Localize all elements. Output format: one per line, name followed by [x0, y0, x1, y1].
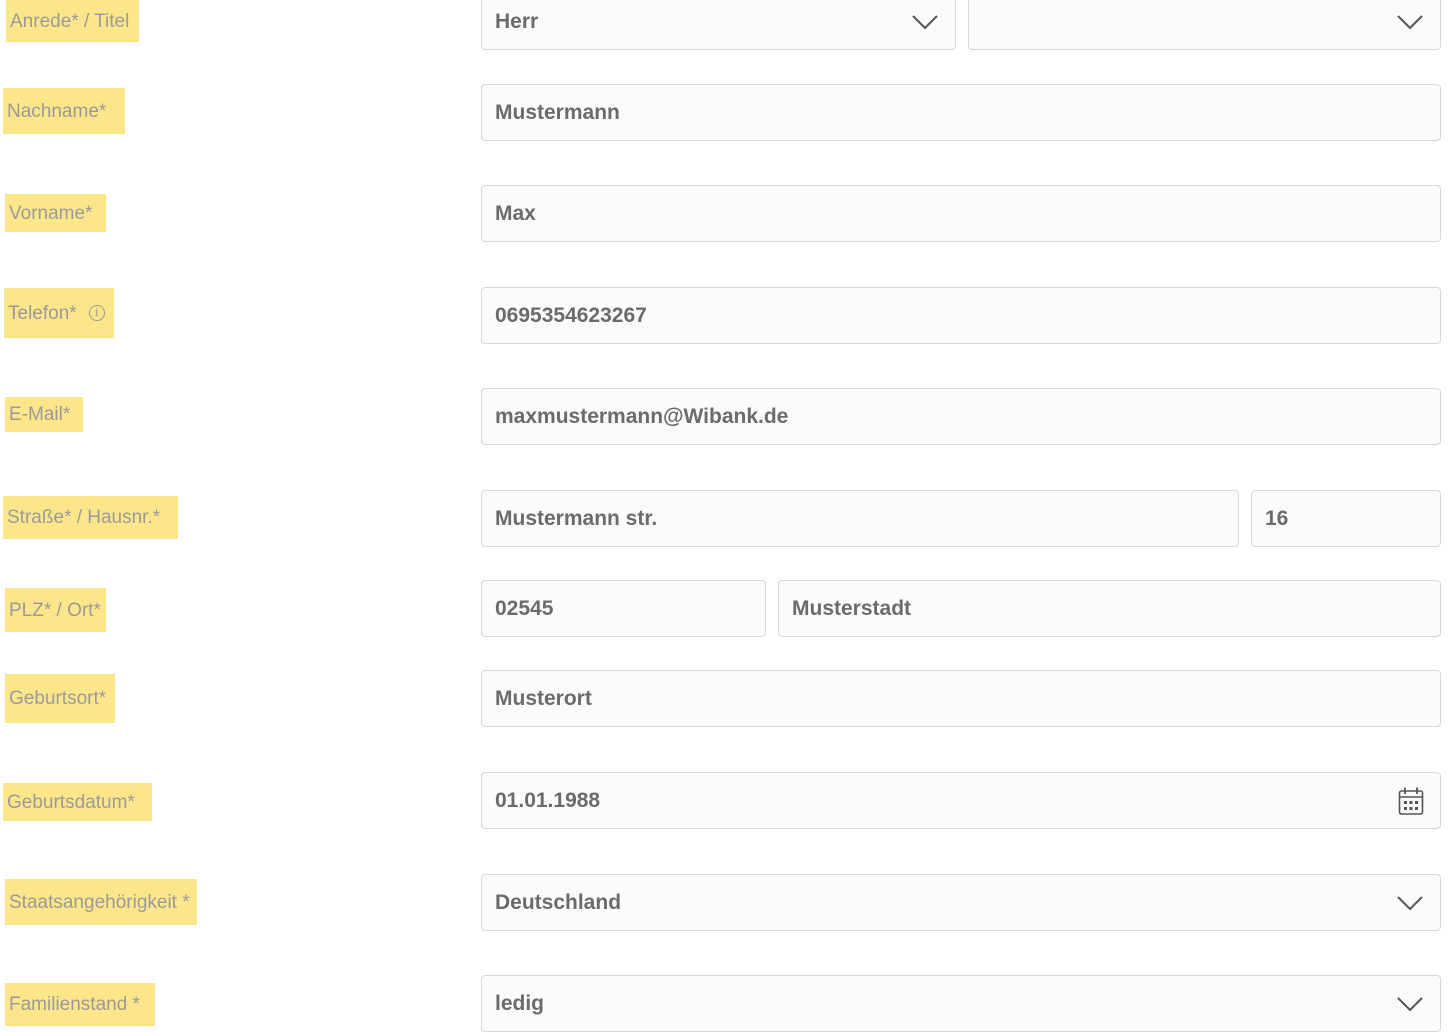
geburtsort-value: Musterort: [495, 686, 592, 710]
geburtsort-input[interactable]: Musterort: [481, 670, 1441, 727]
info-icon[interactable]: i: [88, 305, 105, 321]
label-email: E-Mail*: [5, 397, 83, 432]
label-text: Telefon*: [8, 302, 77, 324]
label-text: Nachname*: [7, 100, 107, 122]
label-text: Familienstand *: [9, 994, 140, 1015]
email-value: maxmustermann@Wibank.de: [495, 404, 789, 428]
label-familienstand: Familienstand *: [5, 983, 155, 1026]
familienstand-select[interactable]: ledig: [481, 975, 1441, 1032]
label-text: Geburtsort*: [9, 688, 107, 709]
ort-input[interactable]: Musterstadt: [778, 580, 1441, 637]
hausnr-input[interactable]: 16: [1251, 490, 1441, 547]
label-vorname: Vorname*: [5, 194, 106, 232]
nachname-value: Mustermann: [495, 100, 620, 124]
staatsangehoerigkeit-value: Deutschland: [495, 890, 622, 914]
label-anrede-titel: Anrede* / Titel: [6, 0, 139, 42]
familienstand-value: ledig: [495, 991, 545, 1015]
label-text: Staatsangehörigkeit *: [9, 891, 190, 913]
chevron-down-icon: [1397, 895, 1423, 910]
label-text: E-Mail*: [9, 404, 71, 425]
label-staatsangehoerigkeit: Staatsangehörigkeit *: [5, 879, 197, 925]
email-input[interactable]: maxmustermann@Wibank.de: [481, 388, 1441, 445]
label-text: Vorname*: [9, 202, 93, 224]
chevron-down-icon: [912, 15, 938, 30]
anrede-select[interactable]: Herr: [481, 0, 956, 50]
label-nachname: Nachname*: [3, 88, 125, 134]
label-telefon: Telefon* i: [4, 288, 114, 338]
label-text: Straße* / Hausnr.*: [7, 507, 161, 528]
telefon-input[interactable]: 0695354623267: [481, 287, 1441, 344]
ort-value: Musterstadt: [792, 596, 912, 620]
telefon-value: 0695354623267: [495, 303, 647, 327]
titel-select[interactable]: [968, 0, 1441, 50]
label-text: Geburtsdatum*: [7, 791, 135, 813]
plz-input[interactable]: 02545: [481, 580, 766, 637]
geburtsdatum-value: 01.01.1988: [495, 788, 601, 812]
label-strasse-hausnr: Straße* / Hausnr.*: [3, 496, 178, 539]
label-geburtsdatum: Geburtsdatum*: [3, 783, 152, 821]
label-plz-ort: PLZ* / Ort*: [5, 588, 106, 632]
label-text: PLZ* / Ort*: [9, 599, 101, 621]
hausnr-value: 16: [1265, 506, 1289, 530]
label-geburtsort: Geburtsort*: [5, 674, 115, 723]
chevron-down-icon: [1397, 15, 1423, 30]
label-text: Anrede* / Titel: [10, 10, 130, 32]
anrede-value: Herr: [495, 10, 539, 33]
vorname-input[interactable]: Max: [481, 185, 1441, 242]
chevron-down-icon: [1397, 996, 1423, 1011]
vorname-value: Max: [495, 201, 536, 225]
staatsangehoerigkeit-select[interactable]: Deutschland: [481, 874, 1441, 931]
strasse-value: Mustermann str.: [495, 506, 658, 530]
nachname-input[interactable]: Mustermann: [481, 84, 1441, 141]
calendar-icon[interactable]: [1398, 786, 1424, 816]
strasse-input[interactable]: Mustermann str.: [481, 490, 1239, 547]
plz-value: 02545: [495, 596, 554, 620]
geburtsdatum-input[interactable]: 01.01.1988: [481, 772, 1441, 829]
